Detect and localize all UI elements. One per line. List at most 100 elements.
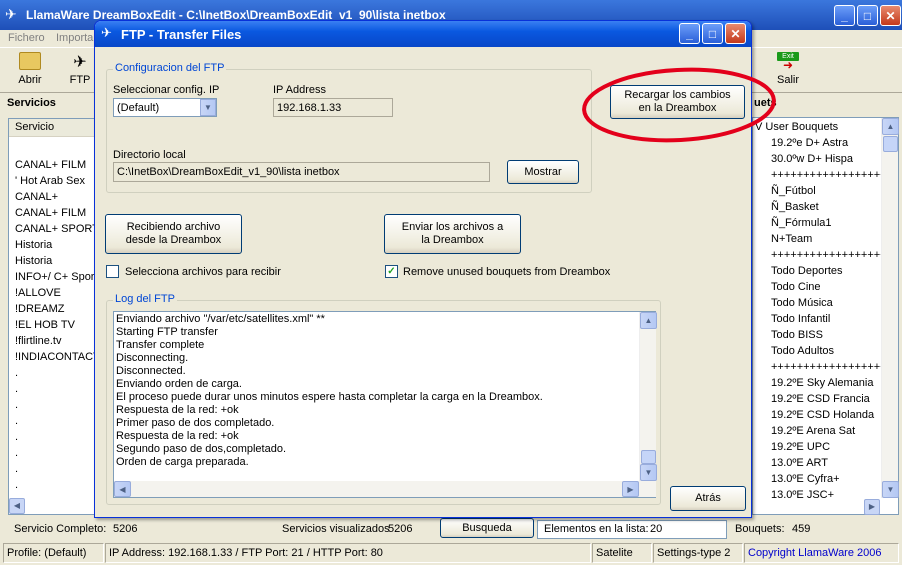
list-item[interactable]: !ALLOVE [15,285,95,301]
log-scroll-down-icon[interactable]: ▼ [640,464,657,481]
ftp-icon: ✈ [73,54,87,71]
log-hscroll[interactable]: ◀ ▶ [114,481,656,497]
tree-item[interactable]: N+Team [755,231,898,247]
list-item[interactable]: !flirtline.tv [15,333,95,349]
tree-item[interactable]: Todo Música [755,295,898,311]
tree-item[interactable]: Ñ_Basket [755,199,898,215]
close-icon[interactable]: ✕ [880,5,901,26]
tree-item[interactable]: 30.0ºw D+ Hispa [755,151,898,167]
config-group-legend: Configuracion del FTP [113,62,227,74]
bouquets-hscroll-right[interactable]: ▶ [864,499,880,515]
bouquets-tree[interactable]: V User Bouquets 19.2ºe D+ Astra 30.0ºw D+ … [752,117,899,515]
tree-item[interactable]: Todo Adultos [755,343,898,359]
list-item[interactable]: !EL HOB TV [15,317,95,333]
dialog-close-icon[interactable]: ✕ [725,23,746,44]
log-scroll-up-icon[interactable]: ▲ [640,312,657,329]
list-item[interactable]: . [15,397,95,413]
busqueda-button[interactable]: Busqueda [440,518,534,538]
tree-item[interactable]: 19.2ºE Arena Sat [755,423,898,439]
dropdown-arrow-icon[interactable]: ▼ [200,99,216,116]
list-item[interactable]: CANAL+ [15,189,95,205]
tree-item[interactable]: 13.0ºE Cyfra+ [755,471,898,487]
list-item[interactable]: INFO+/ C+ Sport [15,269,95,285]
select-files-check-box[interactable] [106,265,119,278]
log-lines: Enviando archivo "/var/etc/satellites.xm… [114,312,655,470]
select-config-value: (Default) [117,102,160,114]
tree-item[interactable]: 13.0ºE ART [755,455,898,471]
list-item[interactable]: Historia [15,253,95,269]
ftp-toolbar-button[interactable]: ✈ FTP [62,50,98,90]
log-line: Enviando archivo "/var/etc/satellites.xm… [116,313,325,325]
ftp-dialog-title-bar: ✈ FTP - Transfer Files _ □ ✕ [95,21,751,47]
tree-item[interactable]: Todo BISS [755,327,898,343]
tree-item[interactable]: Todo Cine [755,279,898,295]
list-item[interactable]: . [15,429,95,445]
log-scroll-thumb[interactable] [641,450,656,464]
dialog-minimize-icon[interactable]: _ [679,23,700,44]
services-items: CANAL+ FILM ' Hot Arab Sex CANAL+ CANAL+ FI… [9,137,95,509]
minimize-icon[interactable]: _ [834,5,855,26]
tree-item[interactable]: 19.2ºE UPC [755,439,898,455]
checkmark-icon[interactable]: ✓ [385,265,398,278]
list-item[interactable]: . [15,477,95,493]
services-list[interactable]: Servicio CANAL+ FILM ' Hot Arab Sex CANAL+… [8,118,96,515]
tree-item[interactable]: +++++++++++++++++++++ [755,167,898,183]
list-item[interactable]: CANAL+ FILM [15,157,95,173]
tree-item[interactable]: 19.2ºE CSD Francia [755,391,898,407]
send-button[interactable]: Enviar los archivos a la Dreambox [384,214,521,254]
scroll-thumb[interactable] [883,136,898,152]
tree-item[interactable]: +++++++++++++++++++++ [755,359,898,375]
list-item[interactable]: . [15,445,95,461]
ftp-log-textarea[interactable]: Enviando archivo "/var/etc/satellites.xm… [113,311,656,498]
services-column-header[interactable]: Servicio [9,119,95,137]
tree-item[interactable]: 19.2ºE CSD Holanda [755,407,898,423]
list-item[interactable]: CANAL+ SPORT [15,221,95,237]
services-hscroll-left[interactable]: ◀ [9,498,25,514]
list-item[interactable]: . [15,381,95,397]
dialog-maximize-icon[interactable]: □ [702,23,723,44]
tree-item[interactable]: Ñ_Fútbol [755,183,898,199]
list-item[interactable]: Historia [15,237,95,253]
log-line: El proceso puede durar unos minutos espe… [116,391,543,403]
list-item[interactable]: !INDIACONTACT [15,349,95,365]
local-dir-label: Directorio local [113,149,186,161]
list-item[interactable] [15,141,95,157]
receive-button[interactable]: Recibiendo archivo desde la Dreambox [105,214,242,254]
log-scroll-left-icon[interactable]: ◀ [114,481,131,497]
maximize-icon[interactable]: □ [857,5,878,26]
remove-unused-checkbox[interactable]: ✓ Remove unused bouquets from Dreambox [385,265,610,278]
select-config-dropdown[interactable]: (Default) ▼ [113,98,217,117]
open-button[interactable]: Abrir [10,50,50,90]
show-button[interactable]: Mostrar [507,160,579,184]
menu-importa[interactable]: Importa [56,32,93,44]
list-item[interactable]: . [15,413,95,429]
scroll-down-icon[interactable]: ▼ [882,481,899,498]
log-line: Primer paso de dos completado. [116,417,275,429]
open-label: Abrir [18,74,42,86]
status-satellite: Satelite [592,543,652,563]
tree-item[interactable]: 19.2ºE Sky Alemania [755,375,898,391]
list-item[interactable]: . [15,493,95,509]
bouquets-vscroll[interactable]: ▲ ▼ [881,118,899,498]
red-annotation-circle [582,67,776,143]
ftp-label: FTP [69,74,91,86]
list-item[interactable]: . [15,365,95,381]
bouquets-items: V User Bouquets 19.2ºe D+ Astra 30.0ºw D+ … [753,118,898,503]
tree-item[interactable]: Ñ_Fórmula1 [755,215,898,231]
scroll-up-icon[interactable]: ▲ [882,118,899,135]
menu-fichero[interactable]: Fichero [8,32,45,44]
log-line: Disconnected. [116,365,186,377]
list-item[interactable]: CANAL+ FILM [15,205,95,221]
tree-item[interactable]: Todo Deportes [755,263,898,279]
back-button[interactable]: Atrás [670,486,746,511]
log-vscroll[interactable]: ▲ ▼ [639,312,657,481]
log-group-legend: Log del FTP [113,293,177,305]
tree-item[interactable]: Todo Infantil [755,311,898,327]
list-item[interactable]: . [15,461,95,477]
list-item[interactable]: ' Hot Arab Sex [15,173,95,189]
select-files-checkbox[interactable]: Selecciona archivos para recibir [106,265,281,278]
tree-item[interactable]: +++++++++++++++++++++ [755,247,898,263]
list-item[interactable]: !DREAMZ [15,301,95,317]
log-scroll-right-icon[interactable]: ▶ [622,481,639,497]
log-line: Disconnecting. [116,352,189,364]
